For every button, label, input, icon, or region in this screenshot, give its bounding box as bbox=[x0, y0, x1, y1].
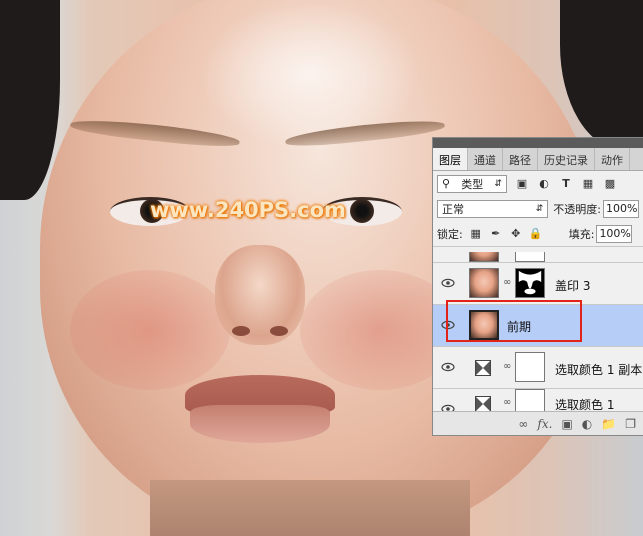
selective-color-adjustment-icon bbox=[475, 396, 491, 412]
lock-label: 锁定: bbox=[437, 227, 463, 241]
lock-brush-icon[interactable]: ✒ bbox=[489, 227, 503, 241]
nose bbox=[215, 245, 305, 345]
filter-shape-icon[interactable]: ▦ bbox=[581, 177, 595, 191]
filter-kind-label: 类型 bbox=[461, 177, 484, 191]
layer-mask-thumbnail bbox=[515, 268, 545, 298]
tab-actions[interactable]: 动作 bbox=[595, 148, 630, 170]
layer-row-partial[interactable] bbox=[433, 252, 643, 262]
lock-move-icon[interactable]: ✥ bbox=[509, 227, 523, 241]
layer-thumbnail bbox=[469, 268, 499, 298]
panel-tabs: 图层 通道 路径 历史记录 动作 bbox=[433, 148, 643, 171]
link-icon[interactable]: ∞ bbox=[518, 417, 528, 431]
new-layer-icon[interactable]: ❐ bbox=[625, 417, 636, 431]
updown-arrows-icon: ⇵ bbox=[494, 178, 502, 189]
nostril-left bbox=[232, 326, 250, 336]
updown-arrows-icon: ⇵ bbox=[535, 203, 544, 214]
selective-color-adjustment-icon bbox=[475, 360, 491, 376]
visibility-eye-icon[interactable] bbox=[441, 360, 455, 374]
fill-value: 100% bbox=[599, 227, 631, 240]
tab-paths[interactable]: 路径 bbox=[503, 148, 538, 170]
adjustment-icon[interactable]: ◐ bbox=[582, 417, 592, 431]
layer-row[interactable]: ∞ 盖印 3 bbox=[433, 262, 643, 304]
tab-channels[interactable]: 通道 bbox=[468, 148, 503, 170]
layer-row[interactable]: ∞ 选取颜色 1 副本 bbox=[433, 346, 643, 388]
filter-row: ⚲ 类型 ⇵ ▣ ◐ T ▦ ▩ bbox=[433, 171, 643, 196]
layer-mask-thumbnail bbox=[515, 252, 545, 262]
layers-panel: 图层 通道 路径 历史记录 动作 ⚲ 类型 ⇵ ▣ ◐ T ▦ ▩ 正常 ⇵ 不… bbox=[432, 137, 643, 436]
layers-bottom-toolbar: ∞ fx. ▣ ◐ 📁 ❐ bbox=[433, 411, 643, 435]
opacity-value: 100% bbox=[606, 202, 638, 215]
iris-right bbox=[350, 199, 374, 223]
panel-title-strip bbox=[433, 138, 643, 148]
layer-mask-thumbnail bbox=[515, 352, 545, 382]
folder-icon[interactable]: 📁 bbox=[601, 417, 616, 431]
watermark-text: www.240PS.com bbox=[150, 198, 346, 222]
filter-pixel-icon[interactable]: ▣ bbox=[515, 177, 529, 191]
neck bbox=[150, 480, 470, 536]
blend-mode-select[interactable]: 正常 ⇵ bbox=[437, 199, 549, 218]
highlight-box bbox=[446, 300, 582, 342]
mask-link-icon[interactable]: ∞ bbox=[503, 277, 511, 288]
filter-type-icon[interactable]: T bbox=[559, 177, 573, 191]
mask-link-icon[interactable]: ∞ bbox=[503, 361, 511, 372]
opacity-label: 不透明度: bbox=[553, 202, 601, 216]
opacity-input[interactable]: 100% bbox=[603, 199, 639, 218]
nostril-right bbox=[270, 326, 288, 336]
lock-row: 锁定: ▦ ✒ ✥ 🔒 填充: 100% bbox=[433, 221, 643, 247]
mask-icon[interactable]: ▣ bbox=[561, 417, 572, 431]
cheek-left bbox=[70, 270, 230, 390]
lower-lip bbox=[190, 405, 330, 443]
mask-link-icon[interactable]: ∞ bbox=[503, 397, 511, 408]
layer-name: 选取颜色 1 副本 bbox=[555, 363, 643, 377]
tab-history[interactable]: 历史记录 bbox=[538, 148, 595, 170]
visibility-eye-icon[interactable] bbox=[441, 276, 455, 290]
layer-name: 盖印 3 bbox=[555, 279, 591, 293]
blend-row: 正常 ⇵ 不透明度: 100% bbox=[433, 196, 643, 221]
search-icon: ⚲ bbox=[442, 177, 451, 190]
fill-input[interactable]: 100% bbox=[596, 224, 633, 243]
fx-icon[interactable]: fx. bbox=[537, 417, 552, 431]
tab-layers[interactable]: 图层 bbox=[433, 148, 468, 170]
fill-label: 填充: bbox=[568, 227, 595, 241]
filter-kind-select[interactable]: ⚲ 类型 ⇵ bbox=[437, 174, 507, 193]
lock-transparent-icon[interactable]: ▦ bbox=[469, 227, 483, 241]
filter-adjustment-icon[interactable]: ◐ bbox=[537, 177, 551, 191]
layer-thumbnail bbox=[469, 252, 499, 262]
filter-smartobject-icon[interactable]: ▩ bbox=[603, 177, 617, 191]
lock-all-icon[interactable]: 🔒 bbox=[529, 227, 543, 241]
blend-mode-value: 正常 bbox=[442, 202, 464, 216]
hair-right bbox=[560, 0, 643, 150]
